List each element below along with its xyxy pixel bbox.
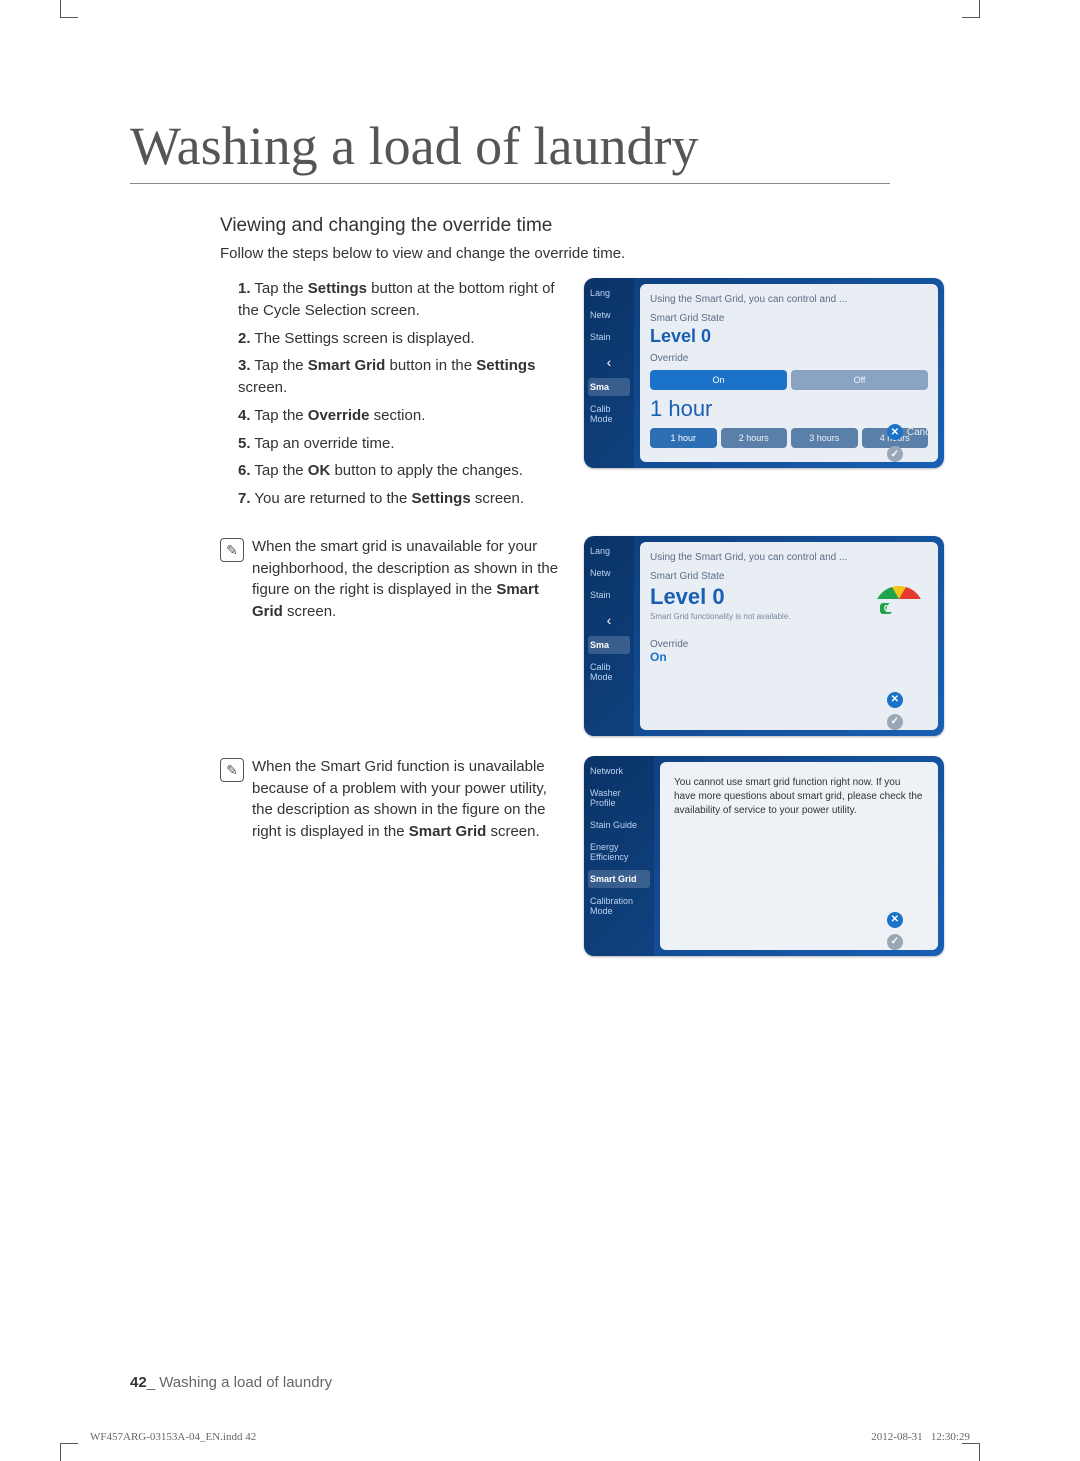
fig-sidebar: Lang Netw Stain ‹ Sma Calib Mode [584, 278, 634, 468]
fig-sidebar: Lang Netw Stain ‹ Sma Calib Mode [584, 536, 634, 736]
note-icon: ✎ [220, 758, 244, 782]
cancel-button[interactable]: ✕Cancel [887, 424, 938, 440]
fig-sidebar: Network Washer Profile Stain Guide Energ… [584, 756, 654, 956]
note-1: When the smart grid is unavailable for y… [252, 536, 560, 623]
crop-mark [962, 0, 980, 18]
step-2: 2. The Settings screen is displayed. [238, 328, 560, 350]
hour-2[interactable]: 2 hours [721, 428, 788, 448]
override-toggle: On Off [650, 370, 928, 390]
hour-3[interactable]: 3 hours [791, 428, 858, 448]
doc-meta-file: WF457ARG-03153A-04_EN.indd 42 [90, 1431, 256, 1443]
check-icon: ✓ [887, 446, 903, 462]
chevron-left-icon: ‹ [588, 350, 630, 374]
content-area: Viewing and changing the override time F… [220, 215, 980, 976]
ok-button[interactable]: ✓OK [887, 446, 938, 462]
cancel-button[interactable]: ✕Cancel [887, 692, 938, 708]
check-icon: ✓ [887, 714, 903, 730]
close-icon: ✕ [887, 692, 903, 708]
section-intro: Follow the steps below to view and chang… [220, 245, 980, 262]
figure-override-time: Lang Netw Stain ‹ Sma Calib Mode Using t… [584, 278, 944, 468]
step-1: 1. Tap the Settings button at the bottom… [238, 278, 560, 322]
crop-mark [962, 1443, 980, 1461]
step-4: 4. Tap the Override section. [238, 405, 560, 427]
ok-button[interactable]: ✓OK [887, 934, 938, 950]
hour-1[interactable]: 1 hour [650, 428, 717, 448]
page-footer: 42_ Washing a load of laundry [130, 1374, 332, 1391]
chevron-left-icon: ‹ [588, 608, 630, 632]
note-icon: ✎ [220, 538, 244, 562]
page-number: 42 [130, 1374, 147, 1391]
override-state: On [650, 650, 928, 664]
doc-meta-datetime: 2012-08-31 12:30:29 [871, 1431, 970, 1443]
footer-section: Washing a load of laundry [159, 1374, 332, 1391]
close-icon: ✕ [887, 912, 903, 928]
check-icon: ✓ [887, 934, 903, 950]
close-icon: ✕ [887, 424, 903, 440]
ok-button[interactable]: ✓OK [887, 714, 938, 730]
crop-mark [60, 1443, 78, 1461]
override-off[interactable]: Off [791, 370, 928, 390]
step-5: 5. Tap an override time. [238, 433, 560, 455]
override-on[interactable]: On [650, 370, 787, 390]
smart-grid-level: Level 0 [650, 326, 928, 347]
step-7: 7. You are returned to the Settings scre… [238, 488, 560, 510]
steps-list: 1. Tap the Settings button at the bottom… [220, 278, 560, 510]
crop-mark [60, 0, 78, 18]
figure-grid-unavailable-area: Lang Netw Stain ‹ Sma Calib Mode Using t… [584, 536, 944, 736]
note-2: When the Smart Grid function is unavaila… [252, 756, 560, 843]
cancel-button[interactable]: ✕Cancel [887, 912, 938, 928]
step-6: 6. Tap the OK button to apply the change… [238, 460, 560, 482]
figure-grid-unavailable-utility: Network Washer Profile Stain Guide Energ… [584, 756, 944, 956]
selected-hour: 1 hour [650, 396, 928, 422]
step-3: 3. Tap the Smart Grid button in the Sett… [238, 355, 560, 399]
page-title: Washing a load of laundry [130, 115, 890, 184]
section-heading: Viewing and changing the override time [220, 215, 980, 237]
